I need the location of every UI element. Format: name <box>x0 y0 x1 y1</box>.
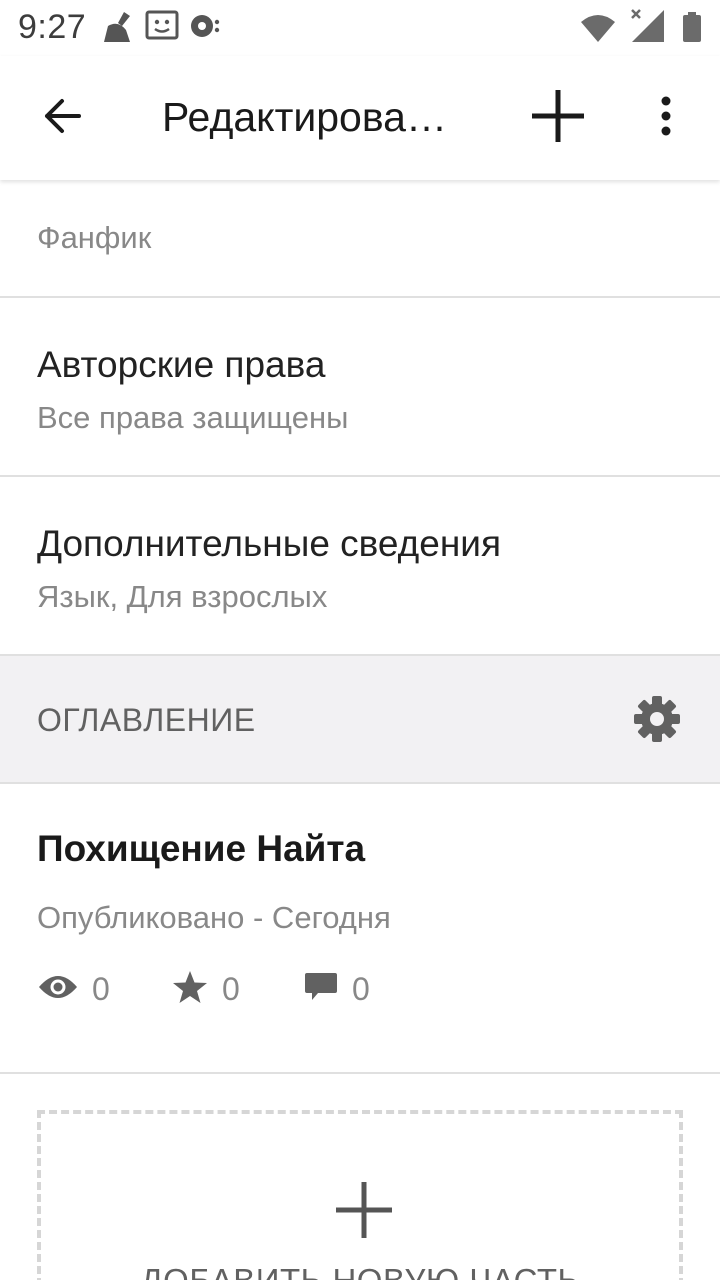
views-stat: 0 <box>38 966 110 1012</box>
comments-count: 0 <box>352 970 370 1007</box>
back-arrow-icon <box>42 98 82 139</box>
add-button[interactable] <box>524 84 592 152</box>
extra-info-value: Язык, Для взрослых <box>37 579 328 614</box>
more-vert-icon <box>660 96 672 141</box>
views-count: 0 <box>92 970 110 1007</box>
signal-icon <box>630 8 666 49</box>
sync-icon <box>188 10 222 47</box>
toc-header: ОГЛАВЛЕНИЕ <box>0 656 720 784</box>
more-options-button[interactable] <box>636 84 696 152</box>
face-card-icon <box>145 10 179 47</box>
add-new-part-button[interactable]: ДОБАВИТЬ НОВУЮ ЧАСТЬ <box>37 1110 683 1280</box>
status-time: 9:27 <box>18 8 87 46</box>
star-icon <box>172 970 208 1009</box>
toc-label: ОГЛАВЛЕНИЕ <box>37 702 256 738</box>
app-bar: Редактирова… <box>0 56 720 180</box>
genre-row[interactable]: Фанфик <box>0 180 720 298</box>
add-new-part-label: ДОБАВИТЬ НОВУЮ ЧАСТЬ <box>41 1262 679 1280</box>
plus-icon <box>530 88 586 149</box>
genre-value: Фанфик <box>37 220 152 255</box>
back-button[interactable] <box>30 86 94 150</box>
extra-info-title: Дополнительные сведения <box>37 523 501 564</box>
part-status: Опубликовано - Сегодня <box>37 900 391 935</box>
votes-stat: 0 <box>172 966 240 1012</box>
extra-info-row[interactable]: Дополнительные сведения Язык, Для взросл… <box>0 477 720 656</box>
cleaner-icon <box>100 10 136 49</box>
plus-icon <box>332 1178 396 1242</box>
status-bar: 9:27 <box>0 0 720 56</box>
comments-stat: 0 <box>304 966 370 1012</box>
votes-count: 0 <box>222 970 240 1007</box>
page-title: Редактирова… <box>162 94 447 140</box>
part-title: Похищение Найта <box>37 828 366 869</box>
eye-icon <box>38 973 78 1006</box>
gear-icon <box>633 695 681 748</box>
battery-icon <box>682 12 702 47</box>
toc-settings-button[interactable] <box>628 692 686 750</box>
copyright-title: Авторские права <box>37 344 326 385</box>
comment-icon <box>304 970 338 1009</box>
copyright-row[interactable]: Авторские права Все права защищены <box>0 298 720 477</box>
wifi-icon <box>580 14 616 47</box>
copyright-value: Все права защищены <box>37 400 349 435</box>
